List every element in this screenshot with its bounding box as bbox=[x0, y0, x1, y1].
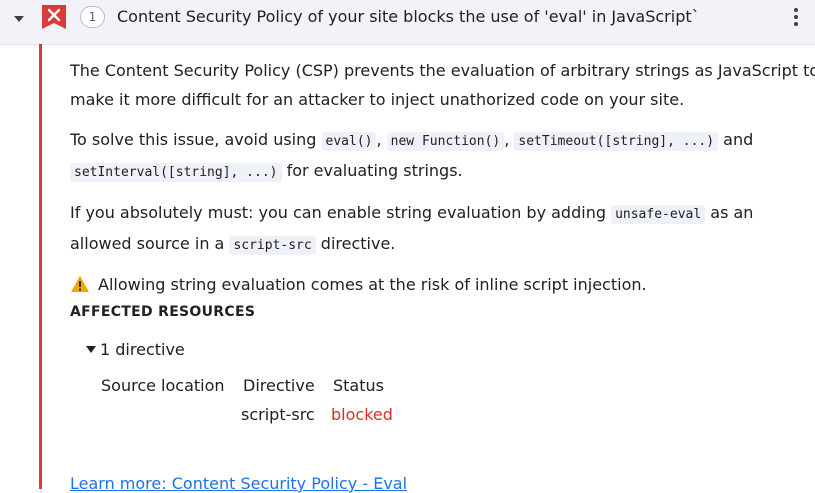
issue-count-badge: 1 bbox=[80, 6, 105, 28]
directive-toggle[interactable]: 1 directive bbox=[86, 340, 185, 359]
warning-note: Allowing string evaluation comes at the … bbox=[70, 272, 647, 298]
column-header-status: Status bbox=[333, 376, 384, 395]
issue-header[interactable]: 1 Content Security Policy of your site b… bbox=[0, 0, 815, 45]
affected-resources-heading: AFFECTED RESOURCES bbox=[70, 304, 256, 320]
issue-title: Content Security Policy of your site blo… bbox=[117, 7, 700, 26]
chevron-down-icon[interactable] bbox=[13, 14, 25, 24]
code-script-src: script-src bbox=[229, 236, 316, 255]
code-new-function: new Function() bbox=[386, 132, 505, 151]
status-cell: blocked bbox=[331, 405, 393, 424]
column-header-directive: Directive bbox=[243, 376, 315, 395]
code-settimeout: setTimeout([string], ...) bbox=[514, 132, 719, 151]
solution-paragraph: To solve this issue, avoid using eval(),… bbox=[70, 130, 754, 182]
code-unsafe-eval: unsafe-eval bbox=[611, 205, 706, 224]
warning-icon bbox=[71, 276, 89, 292]
learn-more-link[interactable]: Learn more: Content Security Policy - Ev… bbox=[70, 474, 407, 493]
triangle-down-icon bbox=[86, 346, 96, 353]
severity-bar bbox=[39, 44, 42, 489]
error-flag-icon bbox=[42, 5, 66, 29]
directive-cell: script-src bbox=[241, 405, 315, 424]
more-vert-icon[interactable] bbox=[789, 8, 803, 34]
code-eval: eval() bbox=[321, 132, 377, 151]
unsafe-eval-paragraph: If you absolutely must: you can enable s… bbox=[70, 203, 754, 255]
code-setinterval: setInterval([string], ...) bbox=[70, 163, 282, 182]
column-header-source-location: Source location bbox=[101, 376, 225, 395]
description-paragraph: The Content Security Policy (CSP) preven… bbox=[70, 61, 815, 109]
